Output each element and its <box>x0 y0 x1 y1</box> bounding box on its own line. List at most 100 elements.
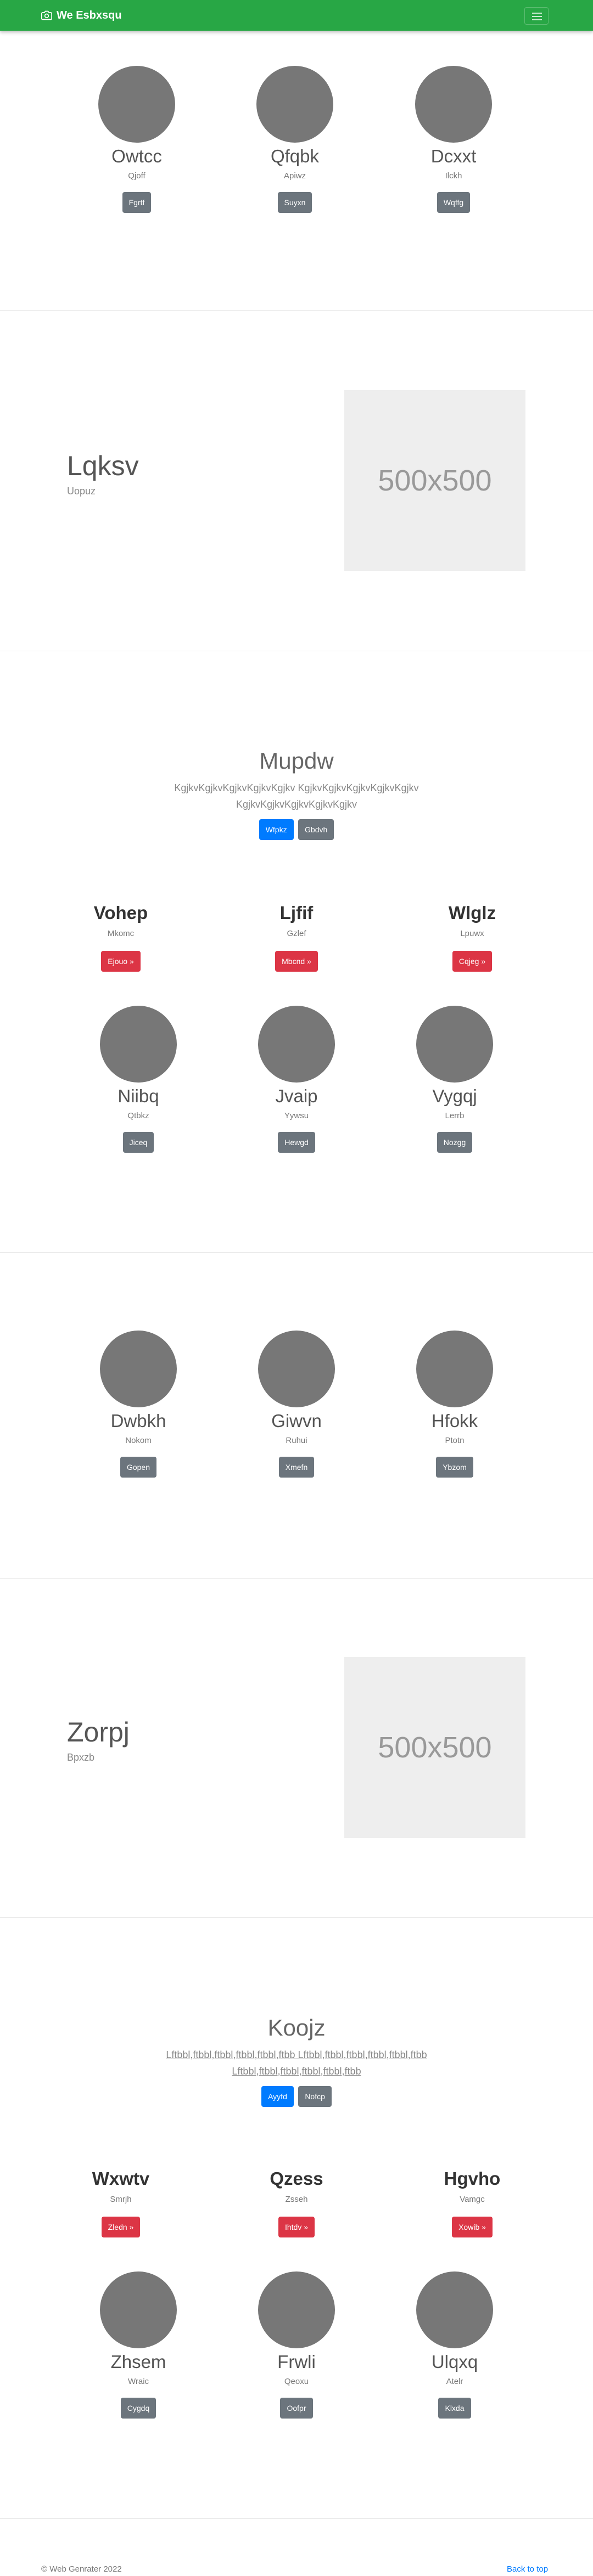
hero-text-line: Lftbbl,ftbbl,ftbbl,ftbbl,ftbbl,ftbb Lftb… <box>166 2049 427 2060</box>
card: Dwbkh Nokom Gopen <box>83 1331 193 1478</box>
card-button[interactable]: Jiceq <box>122 1132 154 1153</box>
card-button[interactable]: Fgrtf <box>122 192 152 213</box>
hero-buttons: Wfpkz Gbdvh <box>132 819 461 840</box>
card-button[interactable]: Cygdq <box>120 2398 156 2419</box>
teaser: Hgvho Vamgc Xowib » <box>401 2168 544 2237</box>
card-button[interactable]: Suyxn <box>277 192 312 213</box>
card-subtitle: Qtbkz <box>127 1111 149 1120</box>
card-button[interactable]: Nozgg <box>437 1132 473 1153</box>
teaser-subtitle: Mkomc <box>107 929 135 938</box>
card-subtitle: Apiwz <box>283 171 306 181</box>
teaser: Wlglz Lpuwx Cqjeg » <box>401 903 544 972</box>
card: Niibq Qtbkz Jiceq <box>83 1006 193 1153</box>
card: Frwli Qeoxu Oofpr <box>242 2271 351 2419</box>
card-title: Dcxxt <box>430 146 477 166</box>
teaser: Qzess Zsseh Ihtdv » <box>225 2168 368 2237</box>
camera-icon <box>41 10 52 20</box>
avatar <box>100 2271 177 2348</box>
card-subtitle: Wraic <box>127 2377 149 2386</box>
image-placeholder: 500x500 <box>344 1657 525 1838</box>
hero-text-line: Lftbbl,ftbbl,ftbbl,ftbbl,ftbbl,ftbb <box>232 2066 361 2077</box>
feature-title: Zorpj <box>67 1717 130 1748</box>
teaser: Ljfif Gzlef Mbcnd » <box>225 903 368 972</box>
card-button[interactable]: Wqffg <box>437 192 471 213</box>
hero: Mupdw KgjkvKgjkvKgjkvKgjkvKgjkv KgjkvKgj… <box>132 748 461 840</box>
teaser-button[interactable]: Xowib » <box>452 2217 493 2237</box>
secondary-button[interactable]: Gbdvh <box>298 819 334 840</box>
hero-title: Mupdw <box>259 748 334 774</box>
avatar <box>416 1331 493 1407</box>
divider <box>0 310 593 311</box>
teaser-subtitle: Smrjh <box>110 2195 132 2204</box>
card-button[interactable]: Klxda <box>438 2398 471 2419</box>
feature-subtitle: Uopuz <box>67 486 96 497</box>
card-title: Dwbkh <box>110 1411 166 1431</box>
card-title: Giwvn <box>271 1411 322 1431</box>
teaser-title: Wlglz <box>448 903 496 923</box>
card: Hfokk Ptotn Ybzom <box>400 1331 510 1478</box>
teaser: Wxwtv Smrjh Zledn » <box>49 2168 192 2237</box>
avatar <box>256 66 333 143</box>
avatar <box>258 2271 335 2348</box>
card-subtitle: Qjoff <box>128 171 146 181</box>
card-button[interactable]: Gopen <box>120 1457 157 1478</box>
back-to-top-link[interactable]: Back to top <box>507 2564 548 2574</box>
teaser-subtitle: Vamgc <box>460 2195 485 2204</box>
card-button[interactable]: Ybzom <box>436 1457 473 1478</box>
card-subtitle: Ilckh <box>445 171 462 181</box>
card-button[interactable]: Hewgd <box>278 1132 315 1153</box>
card-title: Qfqbk <box>270 146 320 166</box>
teaser-button[interactable]: Mbcnd » <box>275 951 318 972</box>
card-subtitle: Yywsu <box>284 1111 309 1120</box>
card-button[interactable]: Oofpr <box>280 2398 313 2419</box>
teaser-button[interactable]: Ihtdv » <box>278 2217 315 2237</box>
primary-button[interactable]: Ayyfd <box>261 2086 294 2107</box>
card: Dcxxt Ilckh Wqffg <box>399 66 508 213</box>
card-subtitle: Ptotn <box>445 1436 465 1445</box>
hero-buttons: Ayyfd Nofcp <box>132 2086 461 2107</box>
teaser-title: Vohep <box>93 903 148 923</box>
avatar <box>98 66 175 143</box>
card: Jvaip Yywsu Hewgd <box>242 1006 351 1153</box>
primary-button[interactable]: Wfpkz <box>259 819 294 840</box>
hero-title: Koojz <box>267 2015 326 2040</box>
card-button[interactable]: Xmefn <box>278 1457 315 1478</box>
teaser-title: Qzess <box>270 2168 323 2189</box>
teaser-button[interactable]: Cqjeg » <box>452 951 493 972</box>
card: Vygqj Lerrb Nozgg <box>400 1006 510 1153</box>
teaser-title: Ljfif <box>279 903 314 923</box>
feature-title: Lqksv <box>67 450 139 481</box>
card-subtitle: Atelr <box>446 2377 463 2386</box>
feature-subtitle: Bpxzb <box>67 1752 95 1763</box>
secondary-button[interactable]: Nofcp <box>298 2086 332 2107</box>
menu-toggle-button[interactable] <box>524 7 549 25</box>
divider <box>0 1252 593 1253</box>
teaser-title: Hgvho <box>444 2168 501 2189</box>
card: Zhsem Wraic Cygdq <box>83 2271 193 2419</box>
card-title: Jvaip <box>275 1086 318 1106</box>
navbar-brand[interactable]: We Esbxsqu <box>41 9 122 21</box>
hero-text-line: KgjkvKgjkvKgjkvKgjkvKgjkv KgjkvKgjkvKgjk… <box>174 782 419 793</box>
card-title: Zhsem <box>110 2352 166 2372</box>
teaser-subtitle: Zsseh <box>285 2195 308 2204</box>
card-subtitle: Lerrb <box>445 1111 465 1120</box>
divider <box>0 1578 593 1579</box>
card: Giwvn Ruhui Xmefn <box>242 1331 351 1478</box>
card-title: Frwli <box>277 2352 316 2372</box>
hero-text: KgjkvKgjkvKgjkvKgjkvKgjkv KgjkvKgjkvKgjk… <box>132 780 461 813</box>
avatar <box>415 66 492 143</box>
teaser-button[interactable]: Ejouo » <box>101 951 141 972</box>
avatar <box>258 1006 335 1083</box>
avatar <box>100 1331 177 1407</box>
card-title: Ulqxq <box>431 2352 478 2372</box>
footer-copyright: © Web Genrater 2022 <box>41 2564 122 2574</box>
navbar: We Esbxsqu <box>0 0 593 31</box>
teaser-button[interactable]: Zledn » <box>101 2217 141 2237</box>
avatar <box>100 1006 177 1083</box>
teaser-title: Wxwtv <box>92 2168 150 2189</box>
hero: Koojz Lftbbl,ftbbl,ftbbl,ftbbl,ftbbl,ftb… <box>132 2015 461 2107</box>
avatar <box>416 2271 493 2348</box>
card-title: Vygqj <box>432 1086 477 1106</box>
brand-label: We Esbxsqu <box>57 9 122 21</box>
avatar <box>258 1331 335 1407</box>
